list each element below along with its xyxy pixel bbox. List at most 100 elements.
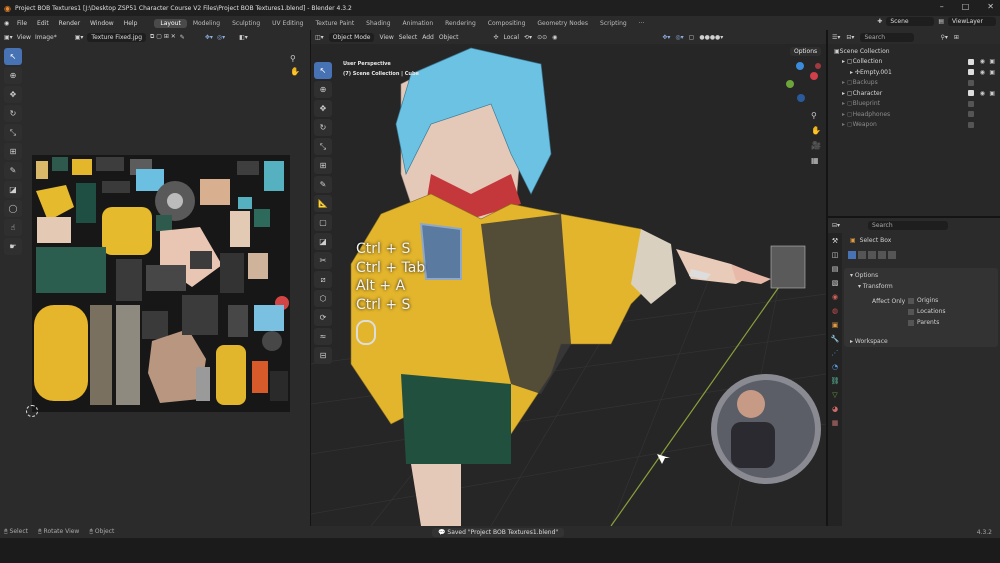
viewport-select-menu[interactable]: Select — [399, 34, 418, 41]
image-browse-icon[interactable]: ▣▾ — [75, 34, 84, 41]
exclude-checkbox[interactable] — [968, 90, 974, 97]
workspace-tab-2[interactable]: Sculpting — [226, 19, 266, 28]
workspace-tab-10[interactable]: Scripting — [594, 19, 633, 28]
output-tab-icon[interactable]: ▤ — [829, 263, 841, 275]
outliner-row[interactable]: ▸ ▢ Backups — [828, 78, 1000, 89]
vp-move-tool-icon[interactable]: ✥ — [314, 100, 332, 117]
view-layer-tab-icon[interactable]: ▧ — [829, 277, 841, 289]
scene-tab-icon[interactable]: ◉ — [829, 291, 841, 303]
outliner-search-field[interactable]: Search — [860, 32, 915, 42]
vp-knife-icon[interactable]: ✂ — [314, 252, 332, 269]
modifier-tab-icon[interactable]: 🔧 — [829, 333, 841, 345]
close-button[interactable]: ✕ — [987, 2, 994, 11]
vp-poly-build-icon[interactable]: ⬡ — [314, 290, 332, 307]
camera-icon[interactable]: ▣ — [989, 58, 995, 65]
vp-add-cube-icon[interactable]: ▢ — [314, 214, 332, 231]
workspace-tab-1[interactable]: Modeling — [187, 19, 226, 28]
exclude-checkbox[interactable] — [968, 100, 974, 107]
vp-cursor-tool-icon[interactable]: ⊕ — [314, 81, 332, 98]
camera-icon[interactable]: ▣ — [989, 90, 995, 97]
viewport-object-menu[interactable]: Object — [439, 34, 459, 41]
display-channels-icon[interactable]: ◧▾ — [239, 34, 248, 41]
snap-icon[interactable]: ⊙⊙ — [537, 34, 547, 41]
vp-grid-icon[interactable]: ▦ — [811, 153, 821, 168]
image-actions-icon[interactable]: ⧉ ▢ ⊞ ✕ — [150, 33, 176, 41]
constraint-tab-icon[interactable]: ⛓ — [829, 375, 841, 387]
outliner-editor-icon[interactable]: ☰▾ — [832, 34, 840, 41]
new-collection-icon[interactable]: ⊞ — [954, 34, 959, 41]
overlay-icon[interactable]: ◎▾ — [217, 34, 225, 41]
transform-orientation-select[interactable]: Local — [503, 34, 519, 41]
vp-transform-tool-icon[interactable]: ⊞ — [314, 157, 332, 174]
uv-image-menu[interactable]: Image* — [35, 34, 57, 41]
material-tab-icon[interactable]: ◕ — [829, 403, 841, 415]
exclude-checkbox[interactable] — [968, 79, 974, 86]
vp-camera-icon[interactable]: 🎥 — [811, 138, 821, 153]
origins-checkbox[interactable] — [908, 297, 914, 304]
vp-zoom-icon[interactable]: ⚲ — [811, 108, 821, 123]
locations-checkbox[interactable] — [908, 308, 914, 315]
xray-icon[interactable]: ▢ — [689, 34, 695, 41]
eye-icon[interactable]: ◉ — [980, 58, 985, 65]
rotate-tool-icon[interactable]: ↻ — [4, 105, 22, 122]
properties-search-field[interactable]: Search — [868, 221, 949, 230]
outliner-row[interactable]: ▸ ▢ Weapon — [828, 120, 1000, 131]
outliner-row[interactable]: ▸ ▢ Collection ◉ ▣ — [828, 57, 1000, 68]
physics-tab-icon[interactable]: ◔ — [829, 361, 841, 373]
eye-icon[interactable]: ◉ — [980, 69, 985, 76]
viewport-editor-type-icon[interactable]: ◫▾ — [315, 34, 324, 41]
vp-annotate-tool-icon[interactable]: ✎ — [314, 176, 332, 193]
mode-extend-icon[interactable] — [858, 251, 866, 259]
menu-help[interactable]: Help — [124, 20, 138, 27]
outliner-row[interactable]: ▸ ✣ Empty.001 ◉ ▣ — [828, 67, 1000, 78]
scene-field[interactable]: Scene — [886, 17, 935, 26]
exclude-checkbox[interactable] — [968, 111, 974, 118]
pinch-tool-icon[interactable]: ☛ — [4, 238, 22, 255]
vp-scale-tool-icon[interactable]: ⤡ — [314, 138, 332, 155]
menu-window[interactable]: Window — [90, 20, 114, 27]
transform-tool-icon[interactable]: ⊞ — [4, 143, 22, 160]
pin-icon[interactable]: ✎ — [180, 34, 185, 41]
vp-spin-icon[interactable]: ⟳ — [314, 309, 332, 326]
vp-pan-icon[interactable]: ✋ — [811, 123, 821, 138]
zoom-icon[interactable]: ⚲ — [290, 54, 304, 63]
menu-edit[interactable]: Edit — [37, 20, 49, 27]
transform-subheader[interactable]: ▾ Transform — [858, 283, 893, 290]
vp-gizmo-icon[interactable]: ✥▾ — [662, 34, 670, 41]
vp-loopcut-icon[interactable]: ⧄ — [314, 271, 332, 288]
outliner-row[interactable]: ▸ ▢ Headphones — [828, 109, 1000, 120]
texture-tab-icon[interactable]: ▦ — [829, 417, 841, 429]
tool-tab-icon[interactable]: ⚒ — [829, 235, 841, 247]
menu-file[interactable]: File — [17, 20, 27, 27]
annotate-tool-icon[interactable]: ✎ — [4, 162, 22, 179]
relax-tool-icon[interactable]: ☝ — [4, 219, 22, 236]
vp-extrude-icon[interactable]: ◪ — [314, 233, 332, 250]
vp-select-tool-icon[interactable]: ↖ — [314, 62, 332, 79]
outliner-row[interactable]: ▣ Scene Collection — [828, 46, 1000, 57]
vp-overlay-icon[interactable]: ◎▾ — [675, 34, 683, 41]
transform-orientation-icon[interactable]: ✣ — [493, 34, 498, 41]
workspace-tab-6[interactable]: Animation — [397, 19, 440, 28]
viewport-add-menu[interactable]: Add — [422, 34, 434, 41]
properties-editor-icon[interactable]: ⊟▾ — [832, 222, 840, 229]
eye-icon[interactable]: ◉ — [980, 90, 985, 97]
shading-modes-icon[interactable]: ●●●●▾ — [699, 34, 723, 41]
scale-tool-icon[interactable]: ⤡ — [4, 124, 22, 141]
viewport-view-menu[interactable]: View — [379, 34, 393, 41]
maximize-button[interactable]: □ — [962, 2, 970, 11]
pan-hand-icon[interactable]: ✋ — [290, 67, 304, 76]
exclude-checkbox[interactable] — [968, 69, 974, 76]
rip-tool-icon[interactable]: ◪ — [4, 181, 22, 198]
viewport-options-button[interactable]: Options — [790, 47, 822, 56]
outliner-filter-menu-icon[interactable]: ⊟▾ — [846, 34, 854, 41]
view-layer-field[interactable]: ViewLayer — [948, 17, 996, 26]
parents-checkbox[interactable] — [908, 319, 914, 326]
workspace-panel[interactable]: ▸ Workspace — [844, 335, 998, 347]
object-tab-icon[interactable]: ▣ — [829, 319, 841, 331]
workspace-tab-3[interactable]: UV Editing — [266, 19, 309, 28]
mode-intersect-icon[interactable] — [888, 251, 896, 259]
uv-view-menu[interactable]: View — [17, 34, 31, 41]
outliner-row[interactable]: ▸ ▢ Character ◉ ▣ — [828, 88, 1000, 99]
outliner-filter-icon[interactable]: ⚲▾ — [940, 34, 947, 41]
options-header[interactable]: ▾ Options — [850, 272, 878, 279]
